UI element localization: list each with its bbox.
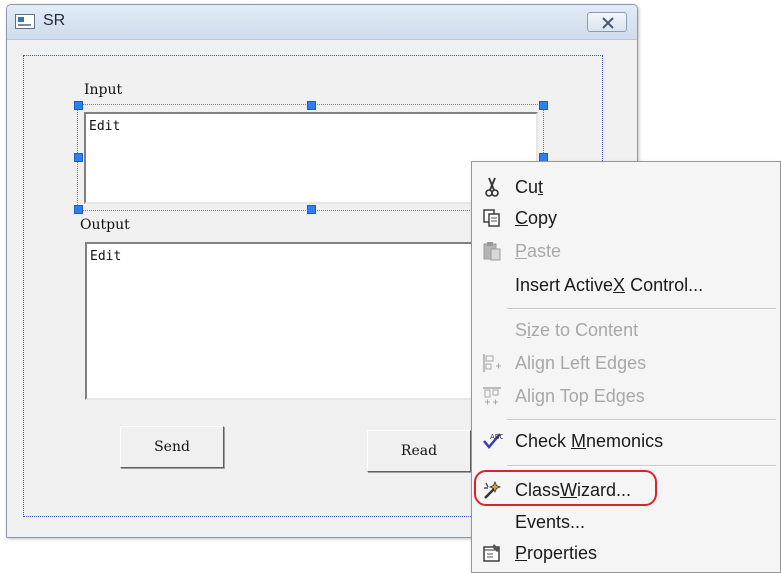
resize-handle[interactable] xyxy=(74,153,83,162)
close-icon xyxy=(602,17,614,29)
menu-item-label: Cu xyxy=(515,177,539,197)
window-title: SR xyxy=(43,12,66,29)
read-button[interactable]: Read xyxy=(367,430,471,472)
svg-text:ABC: ABC xyxy=(490,433,503,441)
menu-item-label: ze to Content xyxy=(531,320,639,340)
menu-item-check-mnemonics[interactable]: ABC Check Mnemonics xyxy=(472,426,780,456)
menu-item-label: Control... xyxy=(625,275,704,295)
output-label: Output xyxy=(80,217,130,233)
input-label: Input xyxy=(84,82,123,98)
mnemonic-key: M xyxy=(571,431,587,451)
input-edit-field[interactable]: Edit xyxy=(84,112,538,204)
title-bar[interactable]: SR xyxy=(7,5,637,40)
output-edit-field[interactable]: Edit xyxy=(85,242,485,400)
menu-separator xyxy=(507,308,776,310)
mnemonic-key: P xyxy=(515,241,528,261)
menu-item-label: Check xyxy=(515,431,572,451)
menu-item-copy[interactable]: Copy xyxy=(472,203,780,233)
resize-handle[interactable] xyxy=(307,101,316,110)
menu-separator xyxy=(507,465,776,467)
resize-handle[interactable] xyxy=(307,205,316,214)
menu-item-label: Insert Active xyxy=(515,275,614,295)
context-menu: Cut Copy Paste Insert ActiveX Control...… xyxy=(471,161,781,573)
highlight-annotation xyxy=(474,470,657,506)
resize-handle[interactable] xyxy=(539,101,548,110)
properties-icon xyxy=(483,544,500,562)
paste-icon xyxy=(483,242,501,261)
close-button[interactable] xyxy=(587,12,627,32)
menu-item-label: Align Top Edges xyxy=(515,386,645,406)
check-mnemonics-icon: ABC xyxy=(483,433,503,449)
resize-handle[interactable] xyxy=(74,205,83,214)
mnemonic-key: X xyxy=(613,275,626,295)
scissors-icon xyxy=(485,177,499,197)
menu-item-align-left-edges[interactable]: Align Left Edges xyxy=(472,348,780,378)
align-left-icon xyxy=(483,354,501,372)
copy-icon xyxy=(483,209,500,227)
menu-item-insert-activex[interactable]: Insert ActiveX Control... xyxy=(472,270,780,300)
align-top-icon xyxy=(483,387,501,405)
menu-item-align-top-edges[interactable]: Align Top Edges xyxy=(472,381,780,411)
menu-item-events[interactable]: Events... xyxy=(472,507,780,537)
menu-item-properties[interactable]: Properties xyxy=(472,538,780,568)
menu-item-size-to-content[interactable]: Size to Content xyxy=(472,315,780,345)
send-button[interactable]: Send xyxy=(120,426,224,468)
menu-item-label: roperties xyxy=(527,543,598,563)
menu-item-paste[interactable]: Paste xyxy=(472,236,780,266)
menu-separator xyxy=(507,419,776,421)
mnemonic-key: t xyxy=(538,177,544,197)
mnemonic-key: P xyxy=(515,543,528,563)
menu-item-label: nemonics xyxy=(586,431,664,451)
menu-item-label: aste xyxy=(527,241,562,261)
resize-handle[interactable] xyxy=(74,101,83,110)
menu-item-cut[interactable]: Cut xyxy=(472,172,780,202)
menu-item-label: S xyxy=(515,320,528,340)
menu-item-label: Align Left Edges xyxy=(515,353,647,373)
menu-item-label: Events... xyxy=(515,512,586,532)
app-icon xyxy=(15,14,35,29)
mnemonic-key: C xyxy=(515,208,528,228)
menu-item-label: opy xyxy=(528,208,558,228)
